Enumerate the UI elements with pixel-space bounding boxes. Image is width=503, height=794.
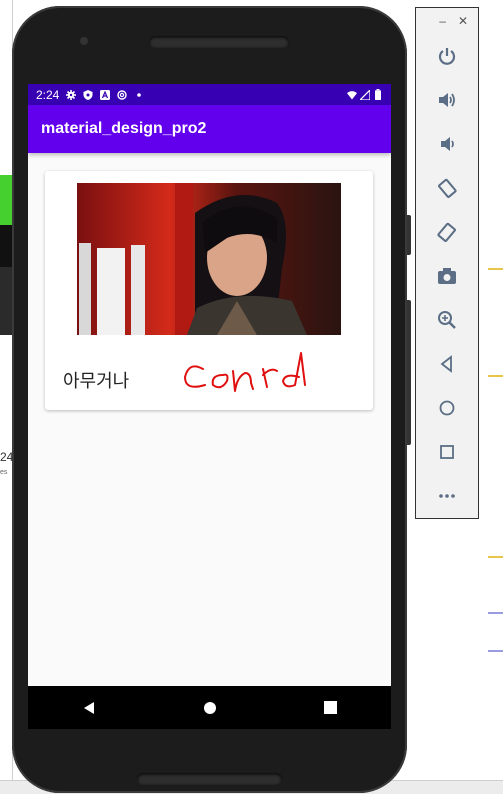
power-button[interactable]	[416, 34, 478, 78]
emulator-back-button[interactable]	[416, 342, 478, 386]
volume-up-icon	[439, 93, 455, 107]
more-button[interactable]	[416, 474, 478, 518]
battery-icon	[373, 89, 383, 100]
phone-screen: 2:24 material_design_pro2 아무거나	[28, 84, 391, 729]
camera-icon	[438, 268, 456, 284]
card-text: 아무거나	[63, 371, 130, 392]
signal-icon	[360, 89, 370, 100]
volume-up-button[interactable]	[416, 78, 478, 122]
emulator-toolbar: – ✕	[415, 7, 479, 519]
emulator-overview-button[interactable]	[416, 430, 478, 474]
status-time: 2:24	[36, 87, 60, 102]
more-icon	[439, 494, 455, 498]
volume-down-button[interactable]	[416, 122, 478, 166]
home-circle-icon	[439, 400, 455, 416]
back-triangle-icon	[440, 355, 452, 373]
volume-down-icon	[441, 137, 454, 151]
power-icon	[438, 48, 456, 65]
rotate-right-icon	[437, 222, 456, 242]
a-icon	[100, 89, 111, 100]
status-bar: 2:24	[28, 84, 391, 105]
app-bar-title: material_design_pro2	[28, 105, 391, 153]
recents-icon[interactable]	[311, 688, 351, 728]
back-icon[interactable]	[69, 688, 109, 728]
zoom-icon	[438, 311, 456, 329]
close-icon[interactable]: ✕	[458, 14, 468, 28]
ide-fragment-small: es	[0, 469, 8, 476]
emulator-window-controls: – ✕	[416, 8, 478, 34]
at-icon	[117, 89, 128, 100]
zoom-button[interactable]	[416, 298, 478, 342]
content-card[interactable]: 아무거나	[45, 171, 373, 410]
wifi-icon	[347, 90, 357, 100]
rotate-left-icon	[438, 178, 457, 198]
speaker-bottom	[137, 773, 282, 785]
minimize-icon[interactable]: –	[439, 14, 446, 28]
emulator-home-button[interactable]	[416, 386, 478, 430]
camera	[80, 37, 88, 45]
rotate-left-button[interactable]	[416, 166, 478, 210]
speaker-top	[149, 36, 289, 48]
handwriting-annotation	[181, 347, 311, 405]
home-icon[interactable]	[190, 688, 230, 728]
shield-icon	[83, 89, 93, 100]
overview-square-icon	[440, 445, 454, 459]
nav-bar	[28, 686, 391, 729]
dot-icon	[134, 90, 144, 100]
card-image	[77, 183, 341, 335]
screenshot-button[interactable]	[416, 254, 478, 298]
settings-icon	[66, 89, 77, 100]
rotate-right-button[interactable]	[416, 210, 478, 254]
